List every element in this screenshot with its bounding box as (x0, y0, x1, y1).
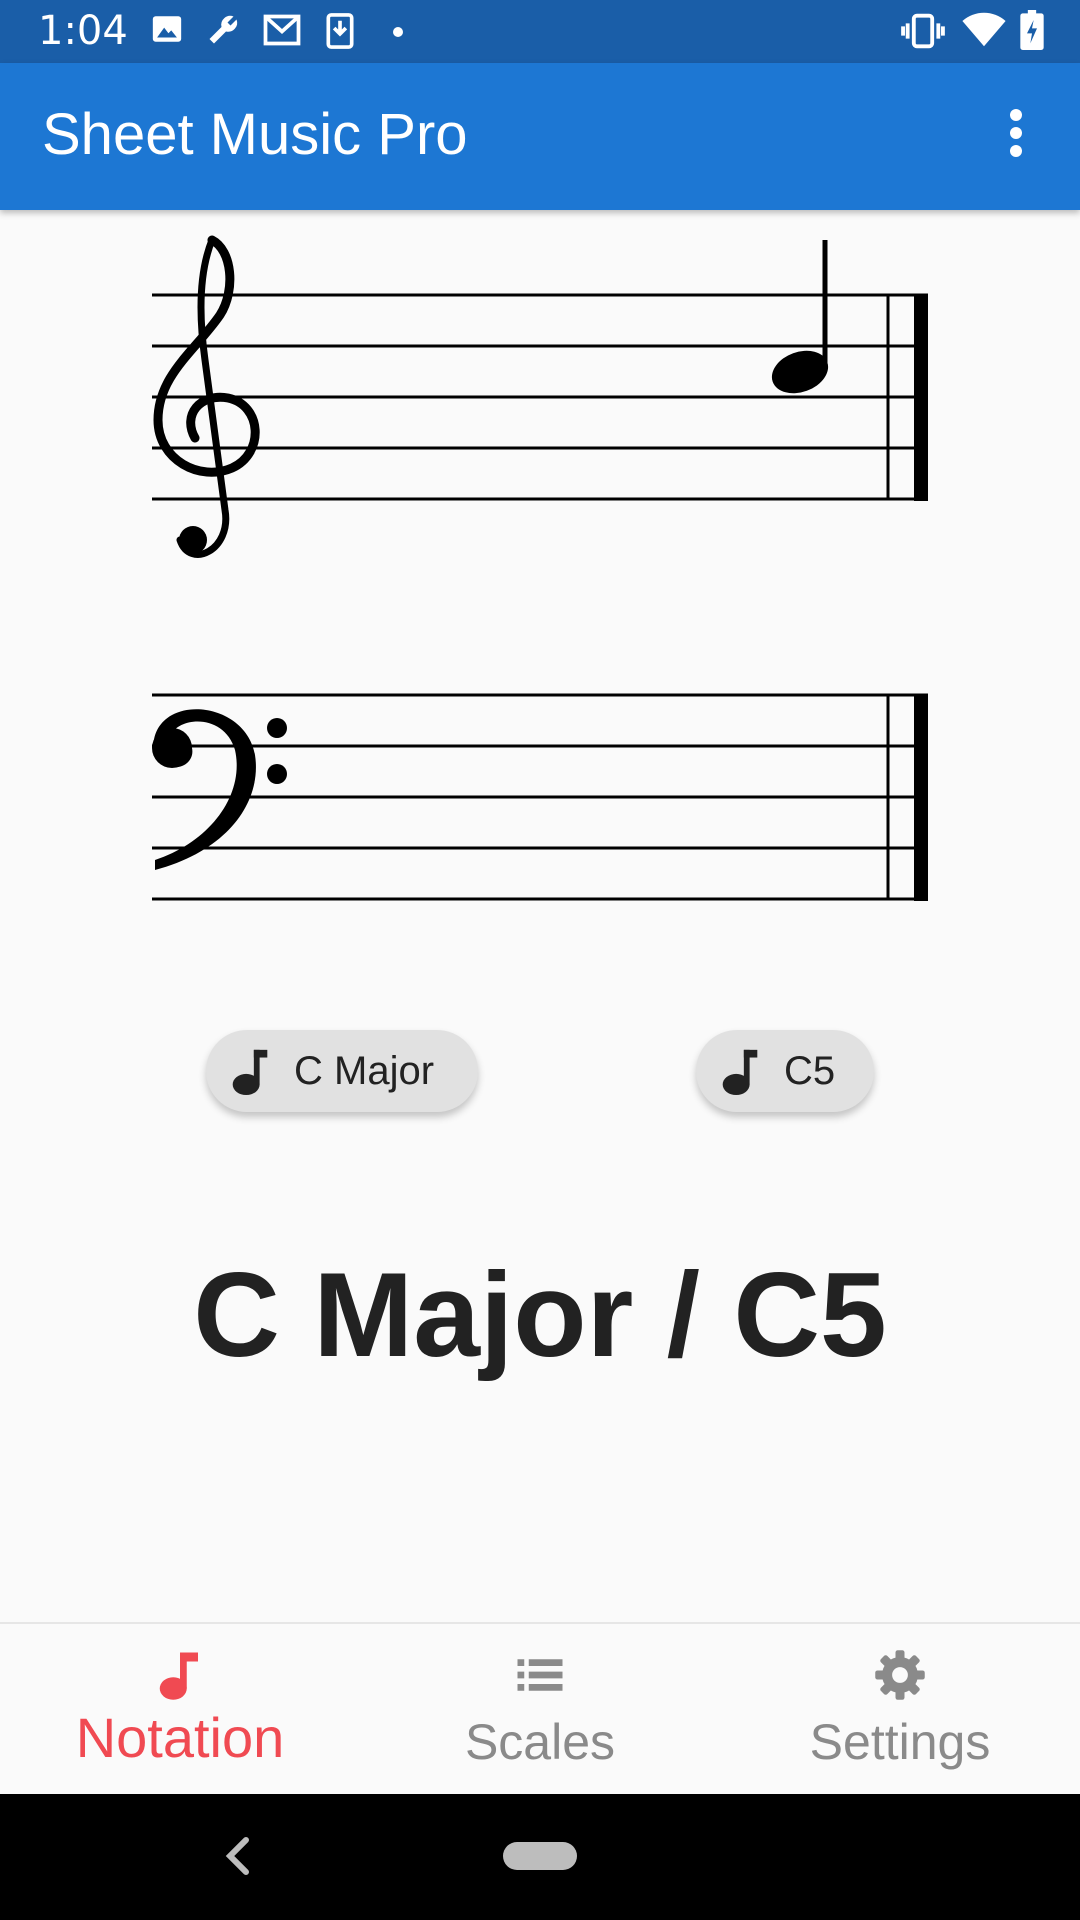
download-icon (326, 13, 354, 49)
tab-scales[interactable]: Scales (360, 1624, 720, 1796)
gear-icon (875, 1650, 925, 1700)
system-nav-bar (0, 1794, 1080, 1920)
battery-charging-icon (1020, 10, 1044, 50)
music-note-icon (159, 1652, 198, 1700)
home-pill[interactable] (503, 1842, 577, 1870)
gmail-icon (263, 14, 301, 46)
note-chip-label: C5 (784, 1048, 836, 1093)
bass-clef-icon (152, 709, 287, 870)
key-chip[interactable]: C Major (206, 1030, 478, 1112)
image-icon (152, 16, 182, 42)
tab-notation-label: Notation (75, 1706, 285, 1769)
wifi-icon (962, 12, 1006, 47)
tab-settings[interactable]: Settings (720, 1624, 1080, 1796)
status-bar: 1:04 (0, 0, 1080, 63)
note-c5 (771, 240, 829, 394)
music-note-icon (722, 1049, 758, 1096)
staff-notation (152, 235, 928, 901)
selection-label: C Major / C5 (193, 1248, 887, 1382)
wrench-icon (209, 15, 238, 44)
more-vert-icon[interactable] (990, 103, 1042, 175)
music-note-icon (232, 1049, 268, 1096)
note-chip[interactable]: C5 (696, 1030, 874, 1112)
app-title: Sheet Music Pro (42, 102, 468, 167)
vibrate-icon (901, 13, 945, 49)
dot-icon (393, 27, 403, 37)
status-time: 1:04 (38, 8, 128, 54)
list-icon (517, 1659, 563, 1691)
tab-settings-label: Settings (809, 1714, 991, 1770)
back-icon[interactable] (218, 1834, 258, 1878)
tab-scales-label: Scales (464, 1714, 616, 1770)
bottom-navigation: Notation Scales Settings (0, 1622, 1080, 1796)
app-bar: Sheet Music Pro (0, 63, 1080, 210)
key-chip-label: C Major (294, 1048, 435, 1093)
tab-notation[interactable]: Notation (0, 1624, 360, 1796)
treble-staff (152, 293, 928, 501)
